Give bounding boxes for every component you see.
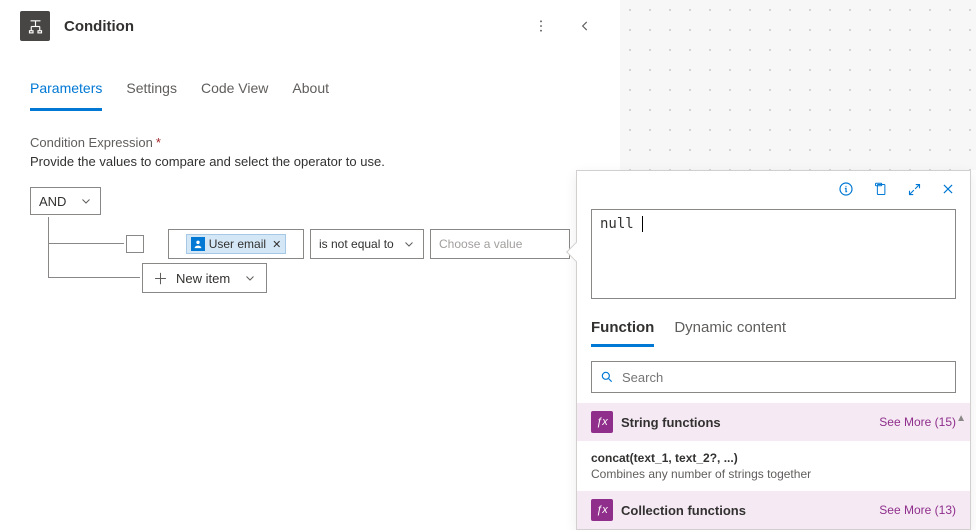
- chevron-down-icon: [80, 195, 92, 207]
- expression-input[interactable]: null: [591, 209, 956, 299]
- pill-label: User email: [209, 237, 266, 251]
- scroll-up-indicator: ▲: [956, 413, 966, 424]
- logic-operator-dropdown[interactable]: AND: [30, 187, 101, 215]
- new-item-button[interactable]: ＋ New item: [142, 263, 267, 293]
- collapse-chevron-icon[interactable]: [570, 11, 600, 41]
- condition-row: User email ✕ is not equal to Choose a va…: [126, 229, 570, 259]
- person-icon: [191, 237, 205, 251]
- chevron-down-icon: [403, 238, 415, 250]
- tab-dynamic-content[interactable]: Dynamic content: [674, 315, 786, 347]
- expression-value: null: [600, 216, 634, 232]
- paste-icon[interactable]: [868, 177, 892, 201]
- collection-functions-title: Collection functions: [621, 503, 879, 518]
- see-more-string[interactable]: See More (15): [879, 415, 956, 429]
- chevron-down-icon: [244, 272, 256, 284]
- expression-label-text: Condition Expression: [30, 135, 153, 150]
- canvas-dot-background: [620, 0, 976, 170]
- panel-tabs: Parameters Settings Code View About: [0, 52, 620, 111]
- info-icon[interactable]: [834, 177, 858, 201]
- expression-flyout: null Function Dynamic content ▲ ƒx Strin…: [576, 170, 971, 530]
- see-more-collection[interactable]: See More (13): [879, 503, 956, 517]
- condition-panel: Condition Parameters Settings Code View …: [0, 0, 620, 530]
- required-asterisk: *: [156, 135, 161, 150]
- tab-settings[interactable]: Settings: [126, 72, 177, 111]
- new-item-label: New item: [176, 271, 230, 286]
- pill-remove-icon[interactable]: ✕: [272, 238, 281, 251]
- collection-functions-header[interactable]: ƒx Collection functions See More (13): [577, 491, 970, 529]
- flyout-tabs: Function Dynamic content: [577, 299, 970, 347]
- function-search-box[interactable]: [591, 361, 956, 393]
- function-item-concat[interactable]: concat(text_1, text_2?, ...) Combines an…: [577, 441, 970, 485]
- string-functions-header[interactable]: ƒx String functions See More (15): [577, 403, 970, 441]
- function-item-desc: Combines any number of strings together: [591, 467, 956, 481]
- operator-dropdown[interactable]: is not equal to: [310, 229, 424, 259]
- close-icon[interactable]: [936, 177, 960, 201]
- flyout-toolbar: [577, 171, 970, 205]
- tab-function[interactable]: Function: [591, 315, 654, 347]
- expression-hint: Provide the values to compare and select…: [30, 154, 590, 169]
- expand-icon[interactable]: [902, 177, 926, 201]
- expression-label: Condition Expression*: [30, 135, 590, 150]
- tree-h-line-1: [48, 243, 124, 244]
- panel-header: Condition: [0, 0, 620, 52]
- right-value-placeholder: Choose a value: [439, 237, 522, 251]
- function-item-name: concat(text_1, text_2?, ...): [591, 451, 956, 465]
- dynamic-content-pill[interactable]: User email ✕: [186, 234, 287, 254]
- search-icon: [600, 370, 614, 384]
- left-value-box[interactable]: User email ✕: [168, 229, 304, 259]
- tab-about[interactable]: About: [292, 72, 329, 111]
- logic-operator-label: AND: [39, 194, 66, 209]
- search-input[interactable]: [622, 370, 947, 385]
- parameters-body: Condition Expression* Provide the values…: [0, 111, 620, 249]
- text-caret: [634, 216, 643, 232]
- condition-action-icon: [20, 11, 50, 41]
- tab-parameters[interactable]: Parameters: [30, 72, 102, 111]
- tree-h-line-2: [48, 277, 140, 278]
- row-checkbox[interactable]: [126, 235, 144, 253]
- page-title: Condition: [64, 18, 134, 35]
- tab-codeview[interactable]: Code View: [201, 72, 268, 111]
- fx-icon: ƒx: [591, 499, 613, 521]
- right-value-box[interactable]: Choose a value: [430, 229, 570, 259]
- operator-label: is not equal to: [319, 237, 394, 251]
- tree-v-line: [48, 217, 49, 277]
- fx-icon: ƒx: [591, 411, 613, 433]
- string-functions-title: String functions: [621, 415, 879, 430]
- plus-icon: ＋: [153, 268, 168, 289]
- more-options-icon[interactable]: [526, 11, 556, 41]
